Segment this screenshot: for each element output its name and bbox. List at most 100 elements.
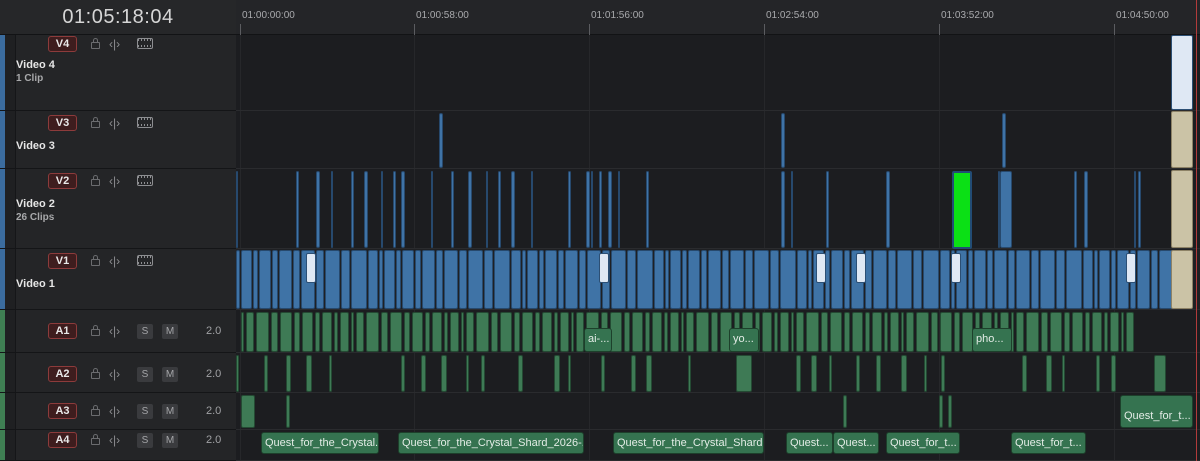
video-clip[interactable]	[351, 250, 367, 309]
audio-clip[interactable]	[645, 312, 650, 352]
audio-clip[interactable]	[576, 312, 584, 352]
audio-clip[interactable]	[736, 355, 752, 392]
video-clip[interactable]	[459, 250, 467, 309]
video-clip[interactable]	[968, 250, 973, 309]
video-clip[interactable]	[236, 171, 238, 248]
video-clip-thumbnail[interactable]	[1126, 253, 1136, 283]
video-clip[interactable]	[913, 250, 922, 309]
audio-clip[interactable]	[280, 312, 292, 352]
video-clip[interactable]	[384, 250, 395, 309]
video-clip[interactable]	[826, 171, 829, 248]
video-clip-thumbnail[interactable]	[951, 253, 961, 283]
audio-clip[interactable]	[461, 312, 464, 352]
audio-clip[interactable]	[256, 312, 269, 352]
video-clip[interactable]	[241, 250, 252, 309]
video-clip[interactable]	[1171, 250, 1193, 309]
video-clip[interactable]	[558, 250, 564, 309]
audio-clip[interactable]	[829, 355, 832, 392]
video-clip[interactable]	[379, 250, 383, 309]
film-icon[interactable]	[137, 117, 153, 128]
audio-clip[interactable]	[646, 355, 652, 392]
video-clip[interactable]	[637, 250, 653, 309]
playhead[interactable]	[1196, 0, 1197, 461]
video-clip[interactable]	[586, 171, 590, 248]
video-clip[interactable]	[325, 250, 340, 309]
lock-icon[interactable]	[91, 38, 100, 49]
video-clip[interactable]	[708, 250, 721, 309]
video-clip[interactable]	[591, 171, 593, 248]
video-clip[interactable]	[451, 171, 454, 248]
audio-clip[interactable]	[432, 312, 442, 352]
video-clip[interactable]	[797, 250, 807, 309]
video-clip[interactable]	[1137, 250, 1150, 309]
video-clip[interactable]	[494, 250, 510, 309]
audio-clip[interactable]: ai-...	[584, 328, 612, 352]
video-clip[interactable]	[1000, 171, 1012, 248]
timeline-tracks[interactable]: ai-... yo... pho... Quest_for_t... Quest…	[236, 35, 1200, 461]
audio-clip[interactable]	[686, 312, 694, 352]
video-clip[interactable]	[364, 171, 368, 248]
lock-icon[interactable]	[91, 325, 100, 336]
audio-clip[interactable]	[514, 312, 520, 352]
video-clip[interactable]	[253, 250, 258, 309]
video-clip[interactable]	[531, 171, 533, 248]
audio-clip[interactable]	[571, 312, 574, 352]
track-label-a3[interactable]: A3	[48, 403, 77, 419]
track-name[interactable]: Video 1	[16, 278, 55, 290]
audio-clip[interactable]	[500, 312, 512, 352]
video-clip[interactable]	[316, 250, 324, 309]
audio-clip[interactable]	[1121, 312, 1124, 352]
video-clip-thumbnail[interactable]	[306, 253, 316, 283]
audio-clip[interactable]	[241, 312, 244, 352]
audio-clip[interactable]	[286, 395, 290, 428]
video-clip[interactable]	[393, 171, 396, 248]
audio-clip[interactable]	[711, 312, 718, 352]
audio-clip[interactable]	[1050, 312, 1062, 352]
track-label-a4[interactable]: A4	[48, 432, 77, 448]
video-clip[interactable]	[780, 250, 796, 309]
audio-clip[interactable]	[1072, 312, 1083, 352]
audio-clip[interactable]	[884, 312, 888, 352]
auto-select-icon[interactable]: ‹|›	[109, 404, 120, 418]
audio-clip[interactable]	[356, 312, 364, 352]
video-clip[interactable]	[402, 250, 414, 309]
video-clip-thumbnail[interactable]	[1171, 35, 1193, 110]
audio-clip[interactable]	[865, 312, 870, 352]
auto-select-icon[interactable]: ‹|›	[109, 116, 120, 130]
video-clip[interactable]	[1040, 250, 1055, 309]
audio-clip[interactable]	[1092, 312, 1102, 352]
audio-clip[interactable]	[631, 355, 636, 392]
video-clip[interactable]	[468, 250, 483, 309]
lock-icon[interactable]	[91, 117, 100, 128]
video-clip[interactable]	[401, 171, 405, 248]
solo-button[interactable]: S	[137, 433, 153, 448]
video-clip[interactable]	[888, 250, 896, 309]
audio-clip[interactable]	[774, 312, 778, 352]
audio-clip[interactable]	[236, 355, 239, 392]
track-label-a2[interactable]: A2	[48, 366, 77, 382]
auto-select-icon[interactable]: ‹|›	[109, 37, 120, 51]
video-clip[interactable]	[522, 250, 526, 309]
audio-clip[interactable]	[948, 395, 952, 428]
track-header-a3[interactable]: A3 ‹|› S M 2.0	[0, 393, 236, 430]
track-label-a1[interactable]: A1	[48, 323, 77, 339]
audio-clip[interactable]	[351, 312, 354, 352]
audio-clip[interactable]	[542, 312, 552, 352]
video-clip[interactable]	[886, 171, 890, 248]
video-clip[interactable]	[608, 171, 612, 248]
video-clip[interactable]	[1066, 250, 1082, 309]
audio-clip[interactable]: yo...	[729, 328, 759, 352]
video-clip[interactable]	[341, 250, 350, 309]
video-clip[interactable]	[1134, 171, 1136, 248]
video-clip[interactable]	[579, 250, 586, 309]
auto-select-icon[interactable]: ‹|›	[109, 324, 120, 338]
audio-clip[interactable]	[554, 312, 558, 352]
video-clip[interactable]	[627, 250, 636, 309]
video-clip[interactable]	[296, 171, 299, 248]
audio-clip[interactable]	[381, 312, 388, 352]
video-clip[interactable]	[1056, 250, 1065, 309]
audio-clip[interactable]	[876, 355, 881, 392]
audio-clip[interactable]	[1104, 312, 1108, 352]
video-clip[interactable]	[368, 250, 378, 309]
audio-clip[interactable]	[315, 312, 320, 352]
